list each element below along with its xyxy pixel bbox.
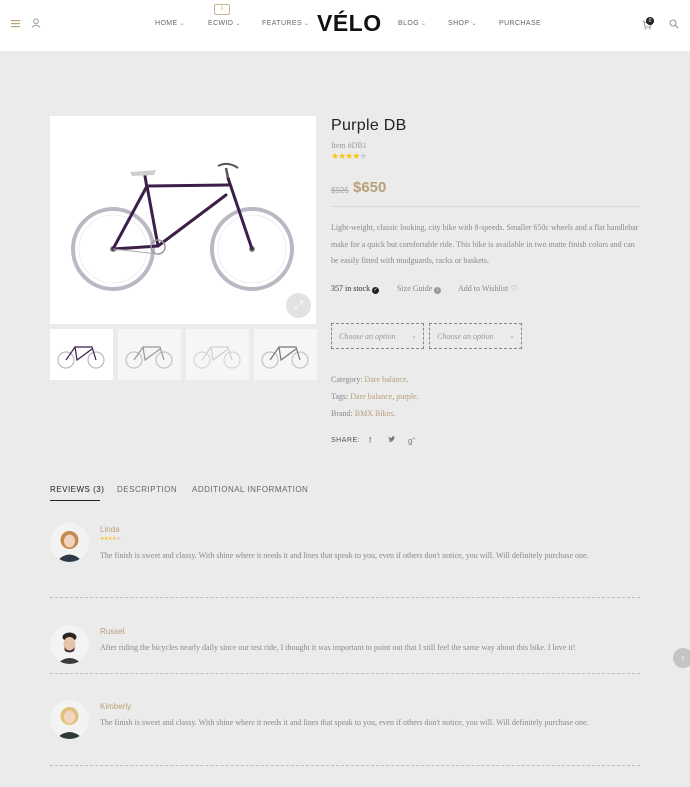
share-label: SHARE: (331, 437, 361, 444)
review-author: Linda (100, 525, 120, 534)
nav-features[interactable]: FEATURES ⌄ (262, 20, 309, 27)
product-title: Purple DB (331, 117, 407, 134)
tab-reviews[interactable]: REVIEWS (3) (50, 485, 104, 494)
google-plus-icon[interactable]: g+ (408, 436, 415, 446)
nav-features-label: FEATURES (262, 20, 303, 27)
bicycle-image (71, 162, 294, 291)
nav-ecwid[interactable]: ECWID ⌄ (208, 20, 241, 27)
site-logo[interactable]: VÉLO (317, 10, 382, 37)
category-label: Category: (331, 375, 363, 384)
add-to-wishlist-link[interactable]: Add to Wishlist ♡ (458, 284, 517, 293)
chevron-down-icon: ⌄ (179, 21, 186, 27)
tab-additional-information[interactable]: ADDITIONAL INFORMATION (192, 485, 308, 494)
wishlist-label: Add to Wishlist (458, 284, 509, 293)
brand-link[interactable]: BMX Bikes (355, 409, 393, 418)
review-separator (50, 765, 640, 766)
thumbnail-3[interactable] (186, 329, 249, 380)
product-sku: Item #DB1 (331, 141, 367, 150)
stock-status: 357 in stock ✓ (331, 284, 380, 294)
chevron-down-icon: ⌄ (471, 21, 477, 27)
menu-icon[interactable] (11, 19, 21, 31)
scroll-to-top-button[interactable]: ↑ (673, 648, 690, 668)
size-guide-label: Size Guide (397, 284, 433, 293)
review-author: Kimberly (100, 702, 132, 711)
active-tab-underline (50, 500, 100, 501)
option-select-2-value: Choose an option (437, 332, 494, 341)
nav-home[interactable]: HOME ⌄ (155, 20, 185, 27)
arrow-up-icon: ↑ (680, 653, 686, 663)
option-select-1[interactable]: Choose an option ⌄ (331, 323, 424, 349)
ecwid-badge-icon: ⇩ (214, 4, 230, 15)
review-separator (50, 597, 640, 598)
option-select-2[interactable]: Choose an option ⌄ (429, 323, 522, 349)
product-tags: Tags: Dare balance, purple. (331, 392, 419, 401)
tags-label: Tags: (331, 392, 349, 401)
category-link[interactable]: Dare balance (365, 375, 407, 384)
divider (331, 206, 640, 207)
thumbnail-2[interactable] (118, 329, 181, 380)
review-text: After riding the bicycles nearly daily s… (100, 643, 576, 652)
nav-shop-label: SHOP (448, 20, 470, 27)
nav-shop[interactable]: SHOP ⌄ (448, 20, 477, 27)
user-icon[interactable] (31, 18, 41, 31)
review-text: The finish is sweet and classy. With shi… (100, 718, 589, 727)
avatar (50, 523, 89, 562)
thumbnail-1[interactable] (50, 329, 113, 380)
info-icon: i (434, 287, 442, 294)
cart-count-badge: 0 (646, 17, 654, 25)
avatar (50, 625, 89, 664)
heart-icon: ♡ (510, 284, 518, 293)
brand-label: Brand: (331, 409, 353, 418)
product-brand: Brand: BMX Bikes. (331, 409, 396, 418)
stock-status-label: 357 in stock (331, 284, 371, 293)
thumbnail-4[interactable] (254, 329, 317, 380)
product-main-image[interactable] (50, 116, 316, 324)
twitter-icon[interactable] (388, 436, 395, 445)
tab-description[interactable]: DESCRIPTION (117, 485, 177, 494)
site-header: HOME ⌄ ⇩ ECWID ⌄ FEATURES ⌄ VÉLO BLOG ⌄ SHOP… (0, 0, 690, 51)
check-circle-icon: ✓ (372, 287, 380, 294)
product-description: Light-weight, classic looking, city bike… (331, 223, 639, 265)
chevron-down-icon: ⌄ (411, 332, 417, 340)
nav-blog-label: BLOG (398, 20, 420, 27)
nav-blog[interactable]: BLOG ⌄ (398, 20, 427, 27)
old-price: $925 (331, 186, 349, 195)
tag-link[interactable]: purple (396, 392, 416, 401)
nav-purchase[interactable]: PURCHASE (499, 20, 541, 27)
current-price: $650 (353, 179, 387, 196)
review-rating-stars: ★★★★★ (100, 536, 120, 542)
review-author: Russel (100, 627, 125, 636)
nav-ecwid-label: ECWID (208, 20, 234, 27)
chevron-down-icon: ⌄ (235, 21, 241, 27)
avatar (50, 700, 89, 739)
size-guide-link[interactable]: Size Guide i (397, 284, 442, 294)
zoom-expand-icon[interactable]: ⤢ (286, 293, 311, 318)
product-rating-stars: ★★★★★ (331, 151, 367, 161)
chevron-down-icon: ⌄ (421, 21, 427, 27)
review-separator (50, 673, 640, 674)
chevron-down-icon: ⌄ (304, 21, 310, 27)
tag-link[interactable]: Dare balance (350, 392, 392, 401)
option-select-1-value: Choose an option (339, 332, 396, 341)
nav-home-label: HOME (155, 20, 178, 27)
facebook-icon[interactable]: f (369, 436, 371, 445)
review-text: The finish is sweet and classy. With shi… (100, 551, 589, 560)
chevron-down-icon: ⌄ (509, 332, 515, 340)
product-category: Category: Dare balance. (331, 375, 409, 384)
search-icon[interactable] (669, 19, 679, 32)
nav-purchase-label: PURCHASE (499, 20, 542, 27)
